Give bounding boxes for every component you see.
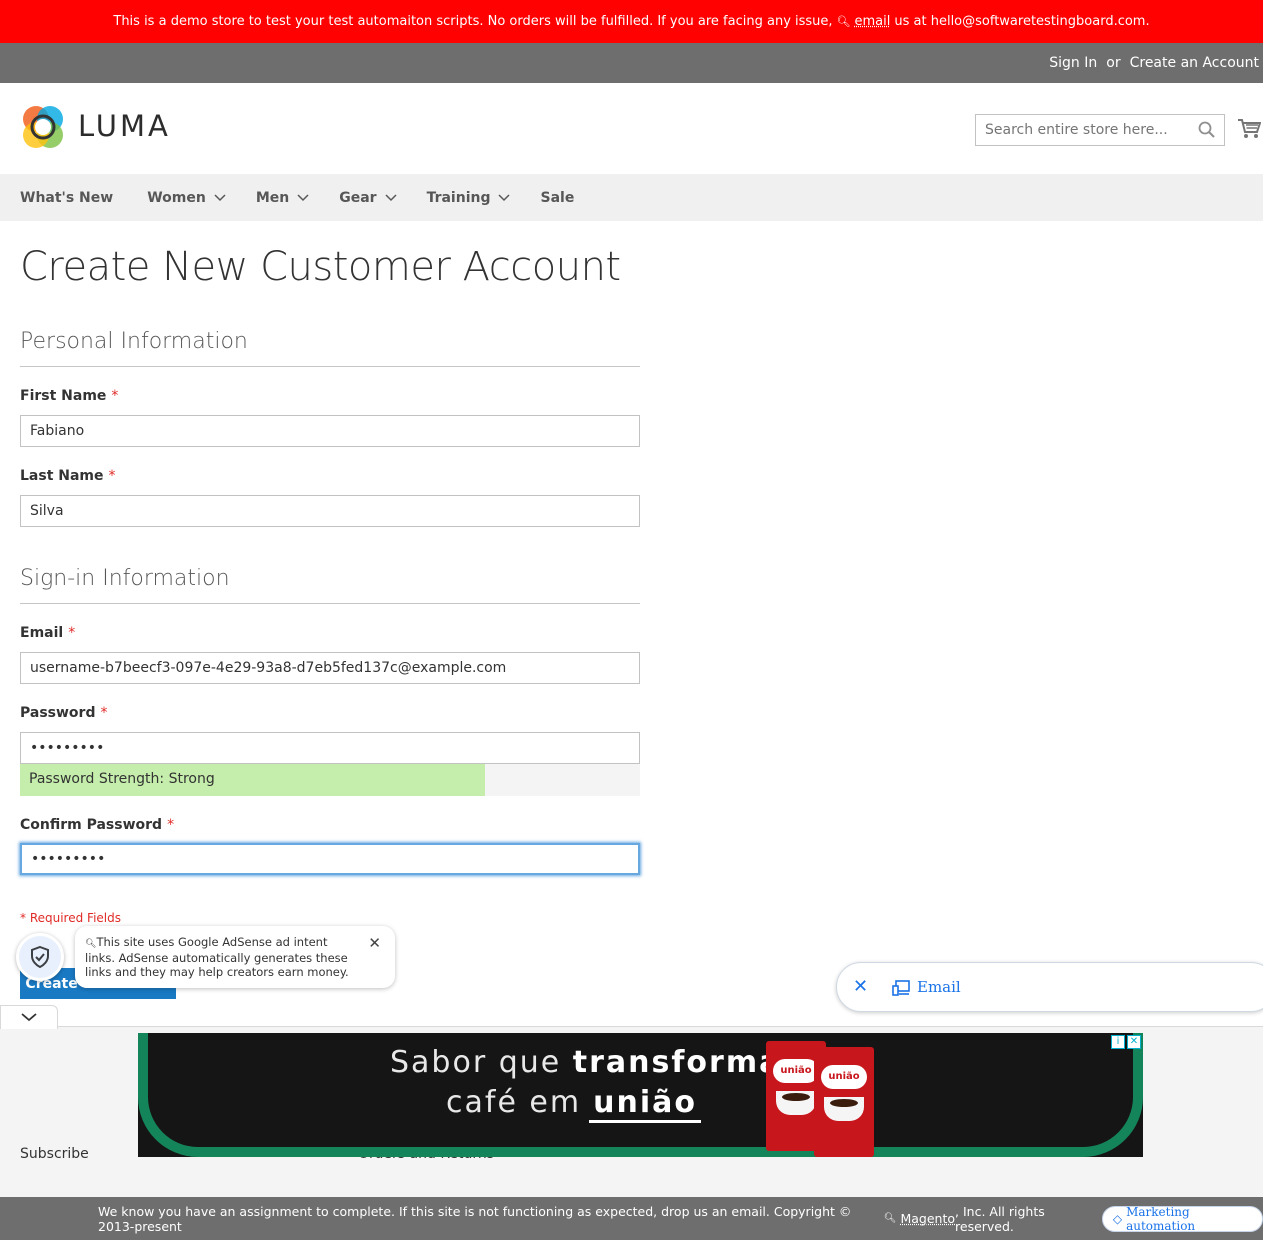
footer-link-subscribe[interactable]: Subscribe [20, 1146, 89, 1162]
ad-line1-prefix: Sabor que [390, 1045, 562, 1080]
password-strength-text: Password Strength: Strong [29, 771, 215, 787]
shield-check-icon [31, 946, 49, 968]
luma-logo-icon[interactable] [20, 104, 66, 150]
first-name-label: First Name * [20, 388, 118, 404]
copyright-bar: We know you have an assignment to comple… [0, 1197, 1263, 1240]
adsense-info-popup: 🔍︎This site uses Google AdSense ad inten… [75, 926, 395, 988]
close-icon[interactable]: ✕ [1127, 1035, 1141, 1049]
required-asterisk: * [100, 705, 108, 721]
copyright-text-after: , Inc. All rights reserved. [955, 1203, 1045, 1234]
adsense-shield-button[interactable] [16, 933, 64, 981]
email-pill-label[interactable]: Email [917, 978, 961, 996]
copyright-text: We know you have an assignment to comple… [98, 1203, 852, 1234]
ad-banner[interactable]: Sabor que transforma café em união união … [138, 1033, 1143, 1157]
nav-item-label: Men [255, 189, 290, 206]
required-asterisk: * [167, 817, 175, 833]
or-separator: or [1106, 55, 1121, 71]
close-icon[interactable]: ✕ [368, 936, 381, 951]
devices-icon [892, 980, 910, 996]
nav-item-label: What's New [20, 189, 114, 206]
email-field[interactable] [20, 652, 640, 684]
pack-label: união [821, 1065, 867, 1089]
nav-item-label: Sale [540, 189, 575, 206]
password-label-text: Password [20, 705, 96, 721]
nav-item-training[interactable]: Training [427, 190, 511, 206]
chevron-down-icon [214, 193, 226, 201]
search-icon: 🔍︎ [883, 1213, 897, 1224]
nav-item-women[interactable]: Women [147, 190, 226, 206]
coffee-cup-image [824, 1097, 864, 1121]
demo-notice-email-link[interactable]: email [855, 14, 891, 29]
tag-icon: ◇ [1112, 1211, 1123, 1226]
chevron-down-icon [297, 193, 309, 201]
section-divider [20, 603, 640, 604]
nav-item-label: Gear [339, 189, 377, 206]
last-name-field[interactable] [20, 495, 640, 527]
search-icon: 🔍︎ [836, 15, 851, 28]
cart-icon[interactable] [1237, 118, 1261, 140]
adsense-info-text: This site uses Google AdSense ad intent … [85, 935, 349, 979]
required-asterisk: * [68, 625, 76, 641]
last-name-label: Last Name * [20, 468, 116, 484]
chevron-down-icon [385, 193, 397, 201]
nav-item-men[interactable]: Men [256, 190, 309, 206]
marketing-automation-pill[interactable]: ◇ Marketing automation [1101, 1204, 1263, 1233]
required-asterisk: * [108, 468, 116, 484]
info-icon[interactable]: i [1111, 1035, 1125, 1049]
email-share-pill: ✕ Email [836, 962, 1263, 1012]
email-label: Email * [20, 625, 75, 641]
close-icon[interactable]: ✕ [853, 976, 868, 997]
ad-line2-prefix: café em [446, 1085, 582, 1120]
nav-item-label: Women [147, 189, 206, 206]
ad-headline-line2: café em união [446, 1085, 701, 1123]
demo-notice-bar: This is a demo store to test your test a… [0, 0, 1263, 43]
main-navigation: What's New Women Men Gear Training Sale [0, 174, 1263, 221]
search-icon[interactable] [1198, 121, 1216, 139]
signin-information-title: Sign-in Information [20, 566, 230, 591]
password-strength-meter: Password Strength: Strong [20, 764, 640, 796]
personal-information-title: Personal Information [20, 329, 248, 354]
nav-item-gear[interactable]: Gear [339, 189, 397, 206]
top-links-bar: Sign In or Create an Account [0, 43, 1263, 83]
nav-item-label: Training [426, 189, 491, 206]
pack-label: união [773, 1059, 819, 1083]
marketing-automation-label: Marketing automation [1126, 1204, 1196, 1233]
coffee-package-image: união [814, 1047, 874, 1157]
ad-line1-bold: transforma [572, 1045, 782, 1080]
search-input[interactable] [975, 114, 1225, 146]
coffee-cup-image [776, 1091, 816, 1115]
required-fields-note: * Required Fields [20, 911, 121, 925]
ad-brand: união [589, 1085, 701, 1123]
first-name-label-text: First Name [20, 388, 107, 404]
demo-notice-text: This is a demo store to test your test a… [113, 14, 833, 29]
last-name-label-text: Last Name [20, 468, 104, 484]
demo-notice-text-after: us at hello@softwaretestingboard.com. [894, 14, 1150, 29]
password-field[interactable] [20, 732, 640, 764]
page-title: Create New Customer Account [20, 244, 621, 290]
ad-choices[interactable]: i ✕ [1111, 1035, 1141, 1049]
magento-link[interactable]: Magento [900, 1211, 955, 1226]
section-divider [20, 366, 640, 367]
ad-headline-line1: Sabor que transforma [390, 1045, 781, 1080]
nav-item-whats-new[interactable]: What's New [20, 190, 113, 206]
search-icon: 🔍︎ [85, 939, 97, 949]
create-account-link[interactable]: Create an Account [1130, 55, 1259, 71]
ad-collapse-tab[interactable] [0, 1005, 58, 1029]
email-label-text: Email [20, 625, 64, 641]
chevron-down-icon [498, 193, 511, 201]
confirm-password-field[interactable] [20, 843, 640, 875]
confirm-password-label: Confirm Password * [20, 817, 174, 833]
logo-text[interactable]: LUMA [78, 109, 171, 143]
nav-item-sale[interactable]: Sale [540, 190, 574, 206]
sign-in-link[interactable]: Sign In [1049, 55, 1097, 71]
header: LUMA [0, 83, 1263, 174]
password-label: Password * [20, 705, 107, 721]
first-name-field[interactable] [20, 415, 640, 447]
chevron-down-icon [21, 1013, 37, 1022]
required-asterisk: * [111, 388, 119, 404]
confirm-password-label-text: Confirm Password [20, 817, 163, 833]
